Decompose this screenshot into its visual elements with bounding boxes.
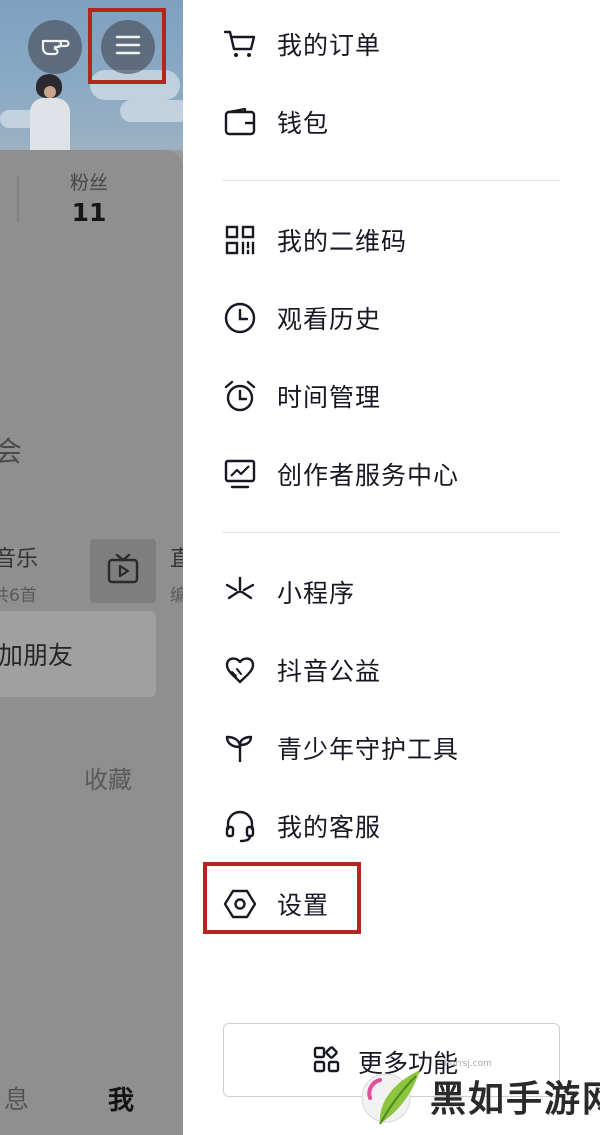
tv-play-icon — [106, 553, 140, 589]
live-entry-button[interactable] — [90, 539, 156, 603]
sprout-icon — [220, 728, 260, 768]
cut-off-text: 会 — [0, 435, 23, 468]
menu-item-label: 钱包 — [277, 109, 330, 138]
music-entry-label[interactable]: 音乐 — [0, 541, 38, 573]
menu-item-label: 创作者服务中心 — [277, 461, 460, 490]
menu-item-charity[interactable]: 抖音公益 — [220, 642, 560, 698]
menu-item-orders[interactable]: 我的订单 — [220, 16, 560, 72]
menu-separator — [222, 532, 560, 533]
cart-icon — [220, 24, 260, 64]
menu-item-creator-center[interactable]: 创作者服务中心 — [220, 446, 560, 502]
music-entry-count: 共6首 — [0, 586, 37, 606]
add-friend-label: 加朋友 — [0, 641, 74, 670]
watermark-brand: 黑如手游网 — [430, 1078, 600, 1120]
menu-item-wallet[interactable]: 钱包 — [220, 94, 560, 150]
live-entry-label: 直 — [170, 547, 183, 572]
menu-item-label: 小程序 — [277, 579, 356, 608]
menu-item-label: 青少年守护工具 — [277, 735, 460, 764]
visitor-hand-button[interactable] — [28, 20, 82, 74]
menu-item-label: 时间管理 — [277, 383, 382, 412]
menu-item-qr-code[interactable]: 我的二维码 — [220, 212, 560, 268]
menu-item-watch-history[interactable]: 观看历史 — [220, 290, 560, 346]
alarm-clock-icon — [220, 376, 260, 416]
site-watermark: hnrrsj.com 黑如手游网 — [360, 1056, 600, 1135]
pointing-hand-icon — [40, 32, 70, 62]
stats-divider — [17, 176, 19, 222]
wallet-icon — [220, 102, 260, 142]
tab-favorites[interactable]: 收藏 — [84, 760, 132, 795]
menu-item-time-management[interactable]: 时间管理 — [220, 368, 560, 424]
watermark-url: hnrrsj.com — [444, 1059, 492, 1069]
menu-separator — [222, 180, 560, 181]
menu-item-label: 观看历史 — [277, 305, 382, 334]
nav-messages[interactable]: 息 — [4, 1080, 29, 1116]
menu-button-highlight-box — [88, 8, 166, 84]
clock-icon — [220, 298, 260, 338]
menu-item-label: 抖音公益 — [277, 657, 382, 686]
menu-item-customer-service[interactable]: 我的客服 — [220, 798, 560, 854]
headset-icon — [220, 806, 260, 846]
menu-item-mini-programs[interactable]: 小程序 — [220, 564, 560, 620]
watermark-leaf-logo — [361, 1070, 420, 1125]
monitor-chart-icon — [220, 454, 260, 494]
menu-item-label: 我的客服 — [277, 813, 382, 842]
fans-label: 粉丝 — [69, 172, 109, 194]
live-entry-sub: 编 — [170, 586, 183, 606]
heart-hands-icon — [220, 650, 260, 690]
nav-me[interactable]: 我 — [108, 1080, 134, 1117]
asterisk-icon — [220, 572, 260, 612]
qr-code-icon — [220, 220, 260, 260]
grid-apps-icon — [312, 1045, 342, 1079]
fans-count[interactable]: 11 — [72, 198, 107, 227]
add-friend-button[interactable]: 加朋友 — [0, 611, 156, 697]
menu-item-label: 我的订单 — [277, 31, 382, 60]
menu-item-label: 我的二维码 — [277, 227, 408, 256]
menu-item-youth-protection[interactable]: 青少年守护工具 — [220, 720, 560, 776]
profile-page-dimmed: 粉丝 11 会 音乐 共6首 直 编 加朋友 收藏 息 我 — [0, 0, 183, 1135]
settings-highlight-box — [203, 862, 361, 934]
